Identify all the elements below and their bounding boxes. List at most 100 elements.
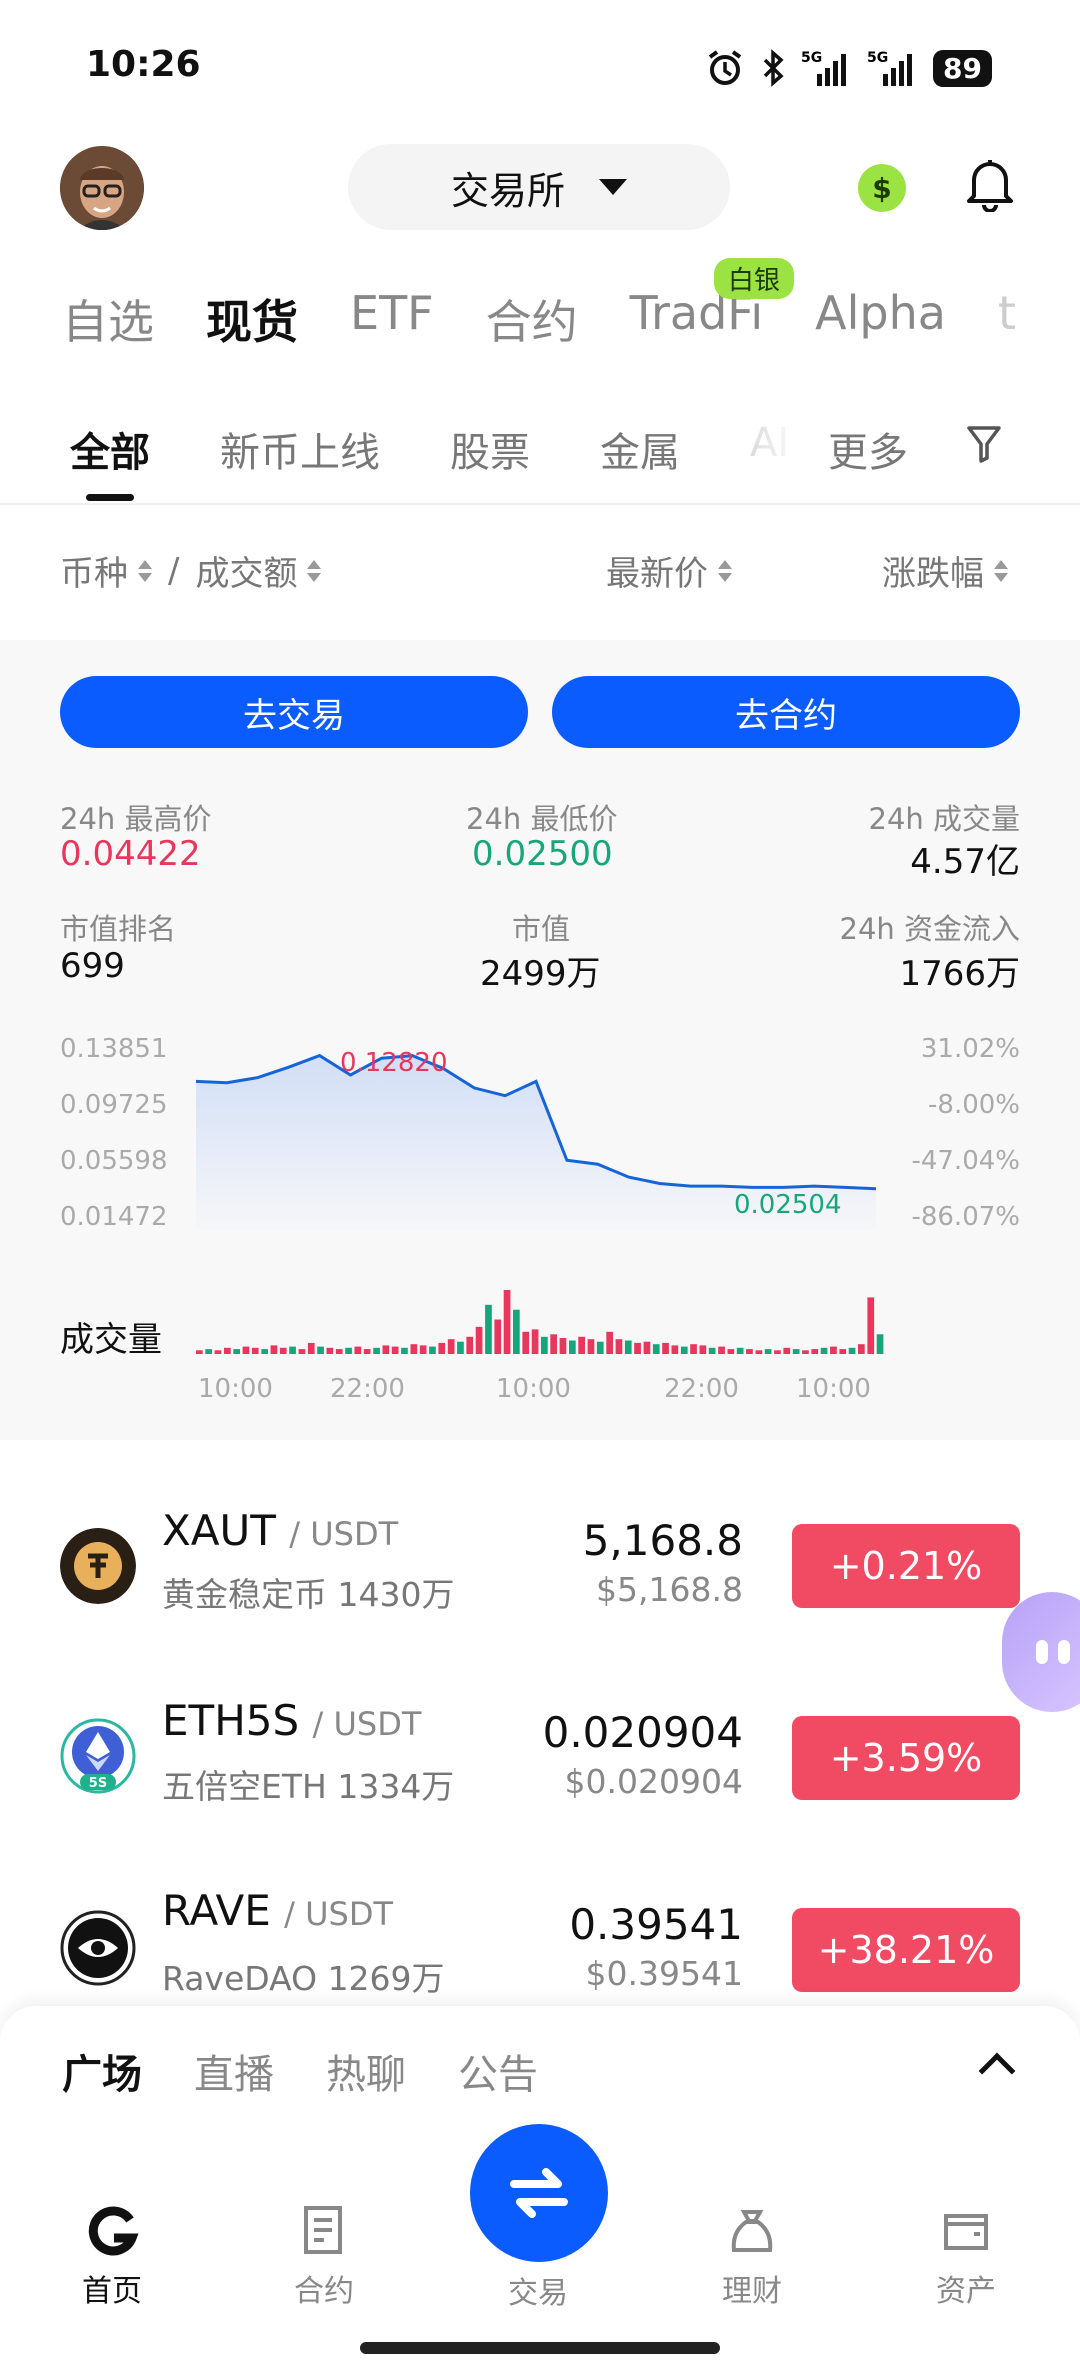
price-axis-tick: 0.01472 [60,1202,168,1232]
nav-contract[interactable]: 合约 [254,2202,394,2310]
volume-bar [569,1340,576,1354]
go-contract-button[interactable]: 去合约 [552,676,1020,748]
stat-24h-high-label: 24h 最高价 [60,802,212,836]
alarm-icon [708,50,742,85]
pair-quote: / USDT [289,1515,399,1553]
change-badge[interactable]: +3.59% [792,1716,1020,1800]
column-pair-volume[interactable]: 币种 / 成交额 [60,546,322,595]
eth5s-coin-icon: 5S [60,1718,136,1794]
sort-icon [138,559,152,582]
volume-bar [345,1347,352,1354]
nav-earn[interactable]: 理财 [682,2202,822,2310]
feed-tab-square[interactable]: 广场 [62,2042,142,2100]
volume-bar [438,1342,446,1354]
dollar-coin-icon[interactable]: $ [858,164,906,212]
volume-bar [643,1341,651,1354]
filter-icon[interactable] [966,424,1002,464]
nav-assets-label: 资产 [936,2274,996,2309]
tabs-fade [730,400,830,480]
status-icons: 5G 5G 89 [705,46,992,90]
volume-bar [690,1344,697,1354]
coin-volume: 1334万 [337,1767,455,1806]
volume-bar [783,1347,791,1354]
avatar-image [60,146,144,230]
volume-bar [401,1347,408,1354]
column-price[interactable]: 最新价 [606,546,732,595]
volume-bar [541,1336,548,1354]
nav-assets[interactable]: 资产 [896,2202,1036,2310]
last-price: 0.020904 [542,1708,743,1757]
avatar[interactable] [60,146,144,230]
volume-bar [251,1347,259,1354]
column-change[interactable]: 涨跌幅 [882,546,1008,595]
subtab-new-listing[interactable]: 新币上线 [220,420,380,478]
subtab-metals[interactable]: 金属 [600,420,680,478]
volume-bar [699,1345,707,1354]
tab-contract[interactable]: 合约 [486,286,578,352]
volume-bar [596,1341,604,1354]
tab-more-clipped[interactable]: t [998,286,1016,352]
volume-bar [242,1346,250,1354]
feed-tab-live[interactable]: 直播 [194,2042,274,2100]
volume-bar [802,1350,809,1354]
tab-favorites[interactable]: 自选 [62,286,154,352]
coin-name-text: 五倍空ETH [162,1767,327,1806]
home-logo-icon [88,2206,139,2256]
volume-bar [485,1304,492,1354]
volume-label: 成交量 [60,1320,162,1360]
pct-axis-tick: -47.04% [911,1146,1020,1176]
xaut-coin-icon [60,1528,136,1604]
pct-axis-tick: -8.00% [928,1090,1020,1120]
exchange-label: 交易所 [450,168,565,213]
category-tabs: 全部 新币上线 股票 金属 AI [70,420,789,478]
volume-bar [382,1345,390,1354]
volume-bar [774,1350,781,1354]
column-volume-label: 成交额 [195,554,298,594]
change-badge[interactable]: +38.21% [792,1908,1020,1992]
money-bag-icon [731,2210,773,2252]
volume-bar [671,1345,679,1354]
volume-bar [550,1334,557,1354]
nav-home-label: 首页 [82,2274,142,2309]
market-tabs: 自选 现货 ETF 合约 TradFi Alpha t [62,286,1016,352]
tab-spot[interactable]: 现货 [206,286,298,352]
subtab-more[interactable]: 更多 [828,420,908,478]
volume-bar [680,1346,688,1354]
volume-bar [279,1347,287,1354]
pair-base: RAVE [162,1886,271,1935]
feed-tab-chat[interactable]: 热聊 [326,2042,406,2100]
column-sep: / [168,550,180,591]
volume-bar [820,1347,828,1354]
feed-tab-announcements[interactable]: 公告 [458,2042,538,2100]
stat-24h-volume-label: 24h 成交量 [868,802,1021,836]
nav-home[interactable]: 首页 [42,2202,182,2310]
subtab-all[interactable]: 全部 [70,420,150,478]
tab-etf[interactable]: ETF [350,286,434,352]
volume-bar [466,1336,474,1354]
subtab-stocks[interactable]: 股票 [450,420,530,478]
pair-symbol: RAVE / USDT [162,1886,393,1935]
tab-alpha[interactable]: Alpha [815,286,946,352]
bluetooth-icon [763,49,784,87]
time-axis-tick: 22:00 [664,1374,739,1404]
trade-fab-button[interactable] [470,2124,608,2262]
go-trade-button[interactable]: 去交易 [60,676,528,748]
exchange-switcher[interactable]: 交易所 [348,144,730,230]
volume-bar [447,1339,455,1354]
column-change-label: 涨跌幅 [882,554,984,594]
volume-bar [317,1346,324,1354]
volume-bar [634,1342,641,1354]
volume-bar [624,1340,632,1354]
stat-24h-high-value: 0.04422 [60,834,201,874]
bell-icon[interactable] [964,156,1016,212]
stat-inflow-value: 1766万 [899,954,1020,994]
volume-bar [792,1349,800,1354]
battery-indicator: 89 [933,49,992,87]
assistant-bot-icon[interactable] [1002,1592,1080,1712]
change-badge[interactable]: +0.21% [792,1524,1020,1608]
volume-bar [224,1347,231,1354]
nav-trade-label[interactable]: 交易 [468,2268,608,2312]
stat-24h-low-label: 24h 最低价 [466,802,618,836]
price-axis-tick: 0.13851 [60,1034,168,1064]
pct-axis-tick: 31.02% [920,1034,1020,1064]
